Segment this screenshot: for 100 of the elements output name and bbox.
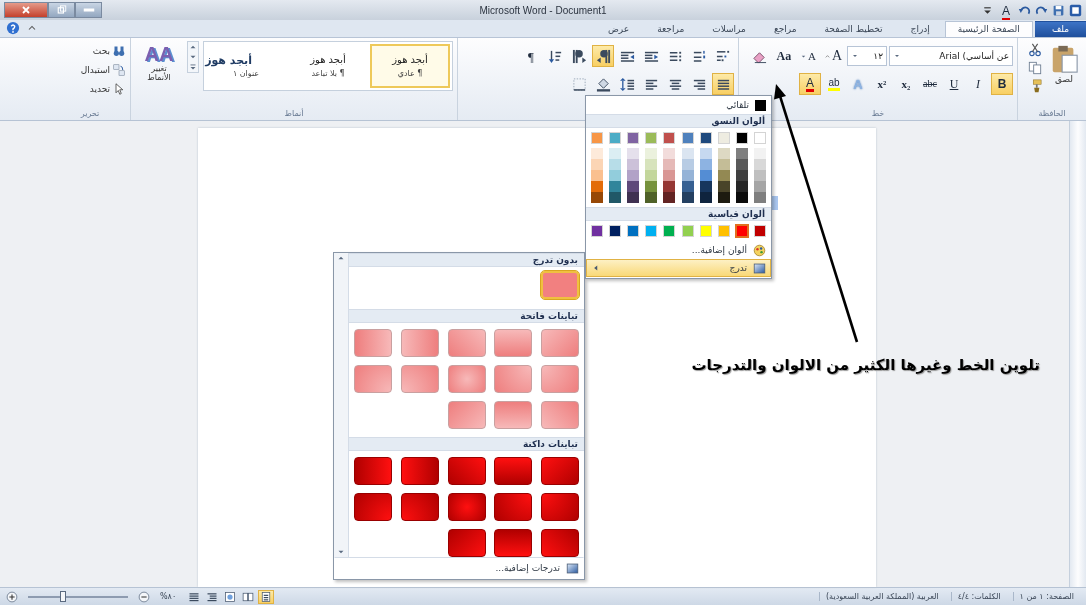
ribbon-tab[interactable]: عرض: [594, 21, 643, 37]
replace-button[interactable]: استبدال: [79, 62, 126, 78]
gradient-swatch[interactable]: [494, 401, 533, 429]
file-tab[interactable]: ملف: [1034, 21, 1086, 37]
color-swatch[interactable]: [645, 132, 658, 144]
color-swatch[interactable]: [681, 132, 694, 144]
font-color-button[interactable]: A: [799, 73, 821, 95]
grow-font-button[interactable]: A: [820, 45, 845, 67]
more-colors-item[interactable]: ألوان إضافية...: [586, 241, 771, 259]
color-swatch[interactable]: [754, 170, 766, 181]
italic-button[interactable]: I: [967, 73, 989, 95]
gradient-swatch[interactable]: [447, 365, 486, 393]
color-swatch[interactable]: [699, 132, 712, 144]
change-case-button[interactable]: Aa: [772, 45, 795, 67]
color-swatch[interactable]: [717, 192, 730, 203]
color-swatch[interactable]: [627, 148, 640, 159]
restore-button[interactable]: [48, 2, 75, 18]
gradient-swatch[interactable]: [541, 401, 579, 429]
color-swatch[interactable]: [717, 148, 730, 159]
save-icon[interactable]: [1052, 3, 1065, 17]
ribbon-tab[interactable]: تخطيط الصفحة: [811, 21, 896, 37]
color-swatch[interactable]: [591, 148, 603, 159]
close-button[interactable]: [4, 2, 48, 18]
justify-button[interactable]: [712, 73, 734, 95]
color-swatch[interactable]: [754, 192, 766, 203]
color-swatch[interactable]: [609, 192, 622, 203]
color-swatch[interactable]: [681, 159, 694, 170]
rtl-button[interactable]: [592, 45, 614, 67]
color-swatch[interactable]: [699, 225, 712, 237]
color-swatch[interactable]: [609, 148, 622, 159]
color-swatch[interactable]: [591, 159, 603, 170]
ribbon-tab[interactable]: إدراج: [897, 21, 943, 37]
color-swatch[interactable]: [717, 159, 730, 170]
gradient-swatch[interactable]: [400, 493, 439, 521]
color-swatch[interactable]: [699, 148, 712, 159]
gradient-swatch[interactable]: [400, 365, 439, 393]
color-swatch[interactable]: [681, 181, 694, 192]
color-swatch[interactable]: [645, 225, 658, 237]
more-gradients-item[interactable]: تدرجات إضافية...: [334, 557, 584, 579]
color-swatch[interactable]: [627, 159, 640, 170]
color-swatch[interactable]: [645, 181, 658, 192]
color-swatch[interactable]: [717, 181, 730, 192]
gradient-swatch[interactable]: [541, 529, 579, 557]
color-swatch[interactable]: [681, 225, 694, 237]
zoom-out-icon[interactable]: [138, 590, 150, 603]
gradient-swatch[interactable]: [354, 493, 392, 521]
word-icon[interactable]: [1069, 3, 1082, 17]
color-swatch[interactable]: [699, 170, 712, 181]
color-swatch[interactable]: [663, 181, 676, 192]
color-swatch[interactable]: [754, 148, 766, 159]
scissors-icon[interactable]: [1028, 43, 1042, 57]
color-swatch[interactable]: [609, 170, 622, 181]
ribbon-tab[interactable]: مراجعة: [644, 21, 698, 37]
copy-icon[interactable]: [1028, 61, 1042, 75]
color-swatch[interactable]: [627, 181, 640, 192]
color-swatch[interactable]: [681, 170, 694, 181]
color-swatch[interactable]: [609, 181, 622, 192]
color-swatch[interactable]: [609, 132, 622, 144]
color-swatch[interactable]: [754, 132, 766, 144]
ribbon-tab[interactable]: مراجع: [760, 21, 810, 37]
find-button[interactable]: بحث: [79, 43, 126, 59]
color-swatch[interactable]: [663, 148, 676, 159]
gradient-swatch[interactable]: [494, 457, 533, 485]
ribbon-tab[interactable]: مراسلات: [699, 21, 759, 37]
strikethrough-button[interactable]: abc: [919, 73, 941, 95]
gradient-swatch[interactable]: [447, 401, 486, 429]
color-swatch[interactable]: [754, 225, 766, 237]
paste-button[interactable]: لصق: [1046, 41, 1082, 87]
gradient-swatch[interactable]: [494, 365, 533, 393]
zoom-in-icon[interactable]: [6, 590, 18, 603]
ribbon-tab[interactable]: الصفحة الرئيسية: [944, 21, 1033, 37]
bold-button[interactable]: B: [991, 73, 1013, 95]
color-swatch[interactable]: [591, 181, 603, 192]
color-swatch[interactable]: [699, 159, 712, 170]
color-swatch[interactable]: [717, 225, 730, 237]
color-swatch[interactable]: [645, 192, 658, 203]
style-preset[interactable]: أبجد هوز ¶ بلا تباعد: [288, 44, 368, 88]
slider-thumb[interactable]: [60, 590, 66, 602]
help-icon[interactable]: [6, 21, 20, 35]
color-swatch[interactable]: [735, 159, 748, 170]
color-swatch[interactable]: [627, 132, 640, 144]
gradient-swatch[interactable]: [541, 329, 579, 357]
font-size-field[interactable]: ١٢: [847, 46, 887, 66]
color-swatch[interactable]: [754, 159, 766, 170]
color-swatch[interactable]: [663, 132, 676, 144]
color-swatch[interactable]: [627, 192, 640, 203]
gradient-swatch[interactable]: [354, 365, 392, 393]
color-swatch[interactable]: [735, 225, 748, 237]
color-swatch[interactable]: [591, 132, 603, 144]
color-swatch[interactable]: [699, 181, 712, 192]
gradient-swatch[interactable]: [354, 329, 392, 357]
gradient-swatch[interactable]: [400, 329, 439, 357]
color-swatch[interactable]: [663, 170, 676, 181]
superscript-button[interactable]: x²: [871, 73, 893, 95]
color-swatch[interactable]: [609, 159, 622, 170]
color-swatch[interactable]: [735, 192, 748, 203]
color-swatch[interactable]: [645, 159, 658, 170]
color-swatch[interactable]: [717, 170, 730, 181]
subscript-button[interactable]: x₂: [895, 73, 917, 95]
shrink-font-button[interactable]: A: [796, 45, 819, 67]
